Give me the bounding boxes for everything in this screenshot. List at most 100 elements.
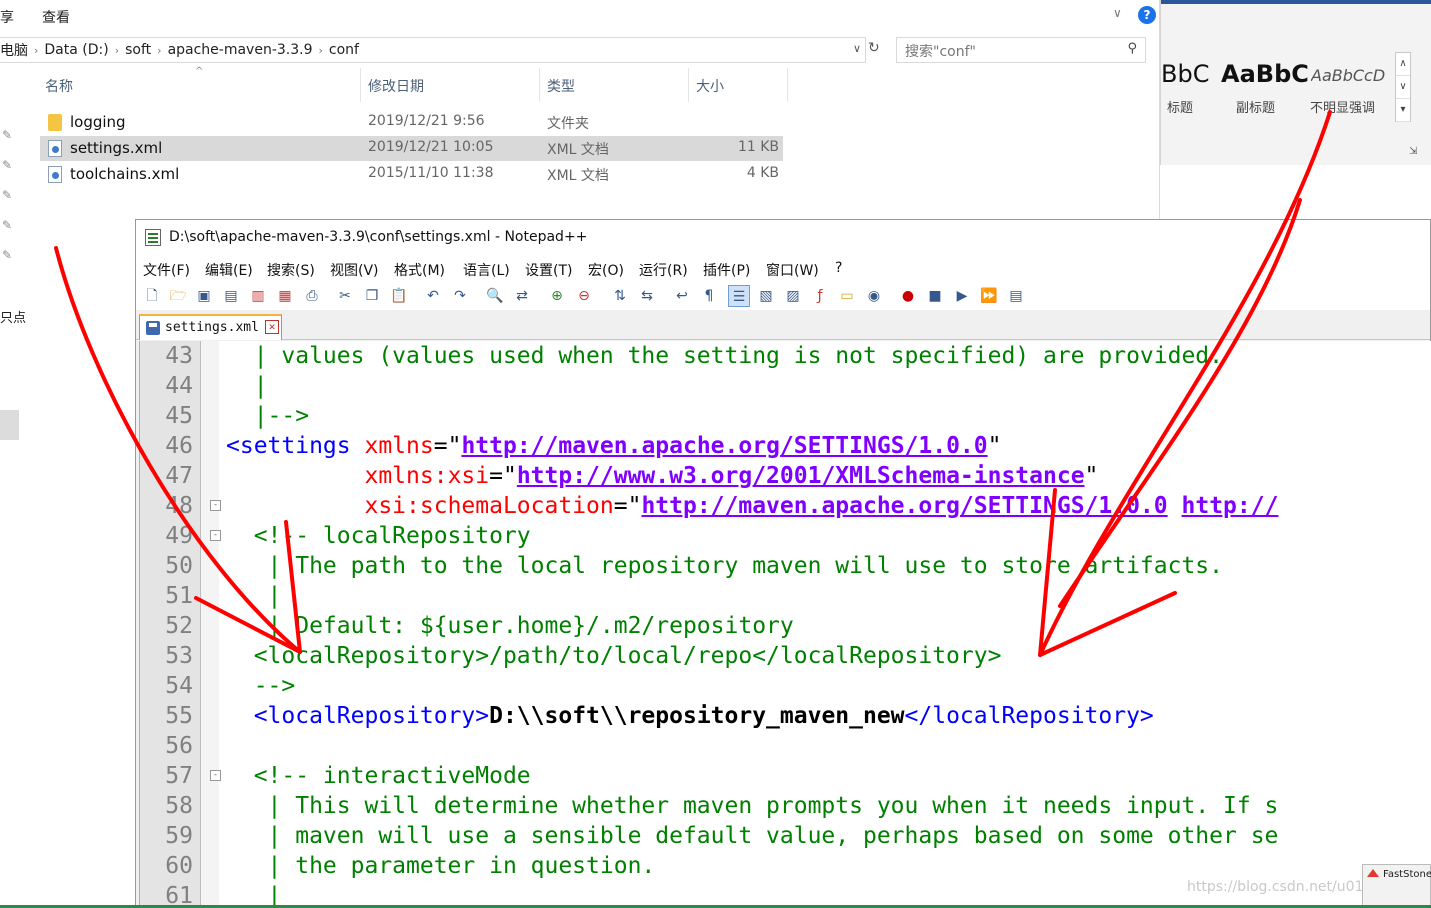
folder-workspace-icon[interactable]: ▭ <box>836 285 858 307</box>
breadcrumb-maven[interactable]: apache-maven-3.3.9 <box>162 42 319 58</box>
code-line[interactable]: 44 | <box>140 371 1431 401</box>
ribbon-tab-share[interactable]: 享 <box>0 7 14 27</box>
code-line[interactable]: 58 | This will determine whether maven p… <box>140 791 1431 821</box>
code-line[interactable]: 60 | the parameter in question. <box>140 851 1431 881</box>
show-all-chars-icon[interactable]: ¶ <box>698 285 720 307</box>
paste-icon[interactable]: 📋 <box>388 285 410 307</box>
help-icon[interactable]: ? <box>1138 6 1156 24</box>
pin-icon[interactable]: ✎ <box>2 248 12 262</box>
indent-guide-icon[interactable]: ☰ <box>728 285 750 307</box>
find-icon[interactable]: 🔍 <box>484 285 506 307</box>
save-icon[interactable]: ▣ <box>193 285 215 307</box>
code-line[interactable]: 59 | maven will use a sensible default v… <box>140 821 1431 851</box>
menu-window[interactable]: 窗口(W) <box>766 260 819 280</box>
code-line[interactable]: 57 - <!-- interactiveMode <box>140 761 1431 791</box>
code-line[interactable]: 54 --> <box>140 671 1431 701</box>
zoom-out-icon[interactable]: ⊖ <box>573 285 595 307</box>
column-divider[interactable] <box>360 68 361 102</box>
cut-icon[interactable]: ✂ <box>334 285 356 307</box>
undo-icon[interactable]: ↶ <box>422 285 444 307</box>
pin-icon[interactable]: ✎ <box>2 188 12 202</box>
code-line[interactable]: 49 - <!-- localRepository <box>140 521 1431 551</box>
npp-title-bar[interactable]: D:\soft\apache-maven-3.3.9\conf\settings… <box>136 220 1430 254</box>
menu-settings[interactable]: 设置(T) <box>525 260 572 280</box>
styles-scroll-control[interactable]: ∧ ∨ ▾ <box>1395 52 1411 122</box>
run-macro-multiple-icon[interactable]: ⏩ <box>978 285 1000 307</box>
save-macro-icon[interactable]: ▤ <box>1005 285 1027 307</box>
code-line[interactable]: 43 | values (values used when the settin… <box>140 341 1431 371</box>
open-file-icon[interactable]: 🗁 <box>167 285 189 307</box>
style-sample-subtitle[interactable]: AaBbC <box>1221 60 1309 88</box>
pin-icon[interactable]: ✎ <box>2 128 12 142</box>
faststone-tray-widget[interactable]: FastStone <box>1362 864 1431 908</box>
replace-icon[interactable]: ⇄ <box>511 285 533 307</box>
code-line[interactable]: 46 <settings xmlns="http://maven.apache.o… <box>140 431 1431 461</box>
breadcrumb-soft[interactable]: soft <box>119 42 157 58</box>
breadcrumb-conf[interactable]: conf <box>323 42 365 58</box>
chevron-up-icon[interactable]: ∧ <box>1396 53 1410 76</box>
nav-pane-label[interactable]: 只点 <box>0 307 26 326</box>
style-sample-subtle-emphasis[interactable]: AaBbCcD <box>1311 66 1391 85</box>
fold-toggle-icon[interactable]: - <box>210 500 221 511</box>
word-wrap-icon[interactable]: ↩ <box>671 285 693 307</box>
file-row-toolchains-xml[interactable]: toolchains.xml 2015/11/10 11:38 XML 文档 4… <box>40 162 783 187</box>
breadcrumb-drive[interactable]: Data (D:) <box>38 42 114 58</box>
menu-search[interactable]: 搜索(S) <box>267 260 315 280</box>
refresh-icon[interactable]: ↻ <box>868 40 880 56</box>
menu-plugins[interactable]: 插件(P) <box>703 260 750 280</box>
chevron-down-icon[interactable]: ∨ <box>1396 76 1410 99</box>
fold-toggle-icon[interactable]: - <box>210 770 221 781</box>
new-file-icon[interactable]: 🗋 <box>141 285 163 307</box>
menu-language[interactable]: 语言(L) <box>463 260 510 280</box>
pin-icon[interactable]: ✎ <box>2 218 12 232</box>
code-line[interactable]: 56 <box>140 731 1431 761</box>
column-header-date[interactable]: 修改日期 <box>368 76 424 96</box>
fold-toggle-icon[interactable]: - <box>210 530 221 541</box>
column-header-name[interactable]: 名称 <box>45 76 73 96</box>
menu-file[interactable]: 文件(F) <box>143 260 190 280</box>
ribbon-collapse-icon[interactable]: ∨ <box>1113 6 1122 20</box>
menu-macro[interactable]: 宏(O) <box>588 260 624 280</box>
file-row-settings-xml[interactable]: settings.xml 2019/12/21 10:05 XML 文档 11 … <box>40 136 783 161</box>
save-all-icon[interactable]: ▤ <box>220 285 242 307</box>
close-icon[interactable]: ✕ <box>265 320 279 334</box>
column-divider[interactable] <box>787 68 788 102</box>
search-input[interactable]: 搜索"conf" ⚲ <box>896 37 1146 63</box>
tab-settings-xml[interactable]: settings.xml ✕ <box>139 314 282 340</box>
copy-icon[interactable]: ❐ <box>361 285 383 307</box>
code-line[interactable]: 51 | <box>140 581 1431 611</box>
user-language-icon[interactable]: ▧ <box>755 285 777 307</box>
file-row-logging[interactable]: logging 2019/12/21 9:56 文件夹 <box>40 110 783 135</box>
pin-icon[interactable]: ✎ <box>2 158 12 172</box>
close-file-icon[interactable]: ▥ <box>247 285 269 307</box>
monitoring-icon[interactable]: ◉ <box>863 285 885 307</box>
menu-format[interactable]: 格式(M) <box>394 260 445 280</box>
code-line[interactable]: 52 | Default: ${user.home}/.m2/repositor… <box>140 611 1431 641</box>
menu-view[interactable]: 视图(V) <box>330 260 379 280</box>
code-line[interactable]: 53 <localRepository>/path/to/local/repo<… <box>140 641 1431 671</box>
dialog-launcher-icon[interactable]: ⇲ <box>1409 146 1417 157</box>
code-line[interactable]: 48 - xsi:schemaLocation="http://maven.apa… <box>140 491 1431 521</box>
sync-vertical-icon[interactable]: ⇅ <box>609 285 631 307</box>
document-map-icon[interactable]: ▨ <box>782 285 804 307</box>
menu-edit[interactable]: 编辑(E) <box>205 260 253 280</box>
code-line[interactable]: 50 | The path to the local repository ma… <box>140 551 1431 581</box>
play-macro-icon[interactable]: ▶ <box>951 285 973 307</box>
stop-macro-icon[interactable]: ■ <box>924 285 946 307</box>
code-editor[interactable]: 43 | values (values used when the settin… <box>139 341 1431 908</box>
code-line[interactable]: 45 |--> <box>140 401 1431 431</box>
print-icon[interactable]: ⎙ <box>301 285 323 307</box>
code-line[interactable]: 55 <localRepository>D:\\soft\\repository… <box>140 701 1431 731</box>
ribbon-tab-view[interactable]: 查看 <box>42 7 70 27</box>
menu-help[interactable]: ? <box>835 260 842 276</box>
more-styles-icon[interactable]: ▾ <box>1396 99 1410 122</box>
function-list-icon[interactable]: ƒ <box>809 285 831 307</box>
column-header-size[interactable]: 大小 <box>696 76 724 96</box>
address-bar[interactable]: 电脑 › Data (D:) › soft › apache-maven-3.3… <box>0 37 866 63</box>
column-divider[interactable] <box>539 68 540 102</box>
chevron-down-icon[interactable]: ∨ <box>853 42 861 55</box>
redo-icon[interactable]: ↷ <box>449 285 471 307</box>
code-line[interactable]: 47 xmlns:xsi="http://www.w3.org/2001/XML… <box>140 461 1431 491</box>
breadcrumb-pc[interactable]: 电脑 <box>0 40 34 60</box>
close-all-icon[interactable]: ▦ <box>274 285 296 307</box>
